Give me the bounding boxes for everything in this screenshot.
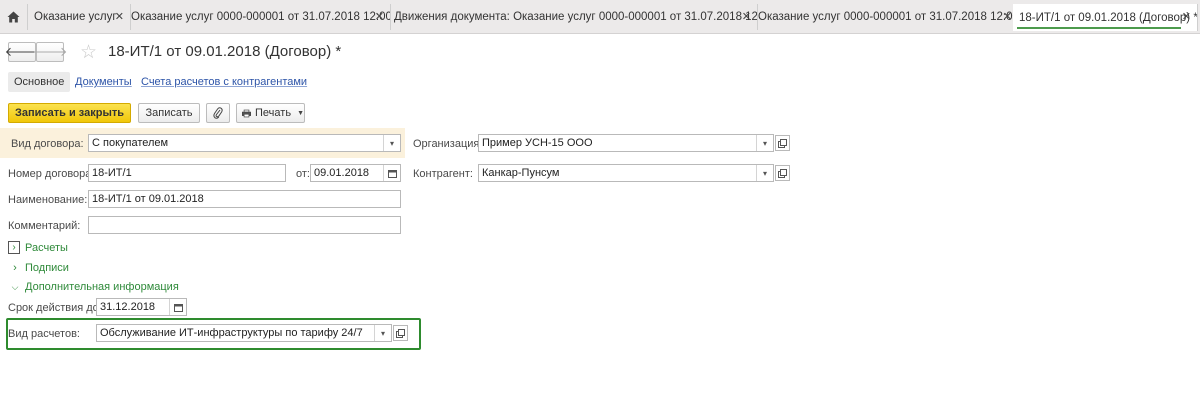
- tab-label: Оказание услуг 0000-000001 от 31.07.2018…: [131, 11, 391, 23]
- counterparty-label: Контрагент:: [413, 168, 473, 180]
- open-counterparty-button[interactable]: [775, 165, 790, 181]
- group-signatures-label: Подписи: [25, 262, 69, 274]
- name-label: Наименование:: [8, 194, 88, 206]
- save-and-close-button[interactable]: Записать и закрыть: [8, 103, 131, 123]
- contract-number-label: Номер договора:: [8, 168, 95, 180]
- dropdown-arrow-icon[interactable]: ▾: [756, 165, 773, 181]
- group-settlements[interactable]: › Расчеты: [8, 241, 68, 254]
- calendar-icon[interactable]: [169, 299, 186, 315]
- save-button[interactable]: Записать: [138, 103, 200, 123]
- subtab-main[interactable]: Основное: [8, 72, 71, 92]
- print-label: Печать: [255, 107, 292, 119]
- close-icon[interactable]: ✕: [1182, 10, 1191, 23]
- open-window-icon: [396, 328, 405, 338]
- home-icon: [7, 11, 20, 23]
- valid-until-input[interactable]: 31.12.2018: [96, 298, 187, 316]
- tab-bar: Оказание услуг ✕ Оказание услуг 0000-000…: [0, 0, 1200, 34]
- chevron-right-icon: ›: [13, 262, 17, 274]
- tab-services[interactable]: Оказание услуг ✕: [28, 4, 131, 30]
- printer-icon: [242, 109, 252, 117]
- open-window-icon: [778, 138, 787, 148]
- subtab-documents[interactable]: Документы: [75, 72, 132, 92]
- dropdown-arrow-icon[interactable]: ▾: [756, 135, 773, 151]
- tab-services-doc-2[interactable]: Оказание услуг 0000-000001 от 31.07.2018…: [752, 4, 1019, 30]
- paperclip-icon: [213, 107, 223, 119]
- date-label: от:: [296, 168, 310, 180]
- tab-contract[interactable]: 18-ИТ/1 от 09.01.2018 (Договор) * ✕: [1013, 4, 1198, 31]
- attach-button[interactable]: [206, 103, 230, 123]
- open-window-icon: [778, 168, 787, 178]
- tab-label: Оказание услуг: [34, 11, 117, 23]
- open-organization-button[interactable]: [775, 135, 790, 151]
- group-additional-label: Дополнительная информация: [25, 281, 179, 293]
- name-input[interactable]: 18-ИТ/1 от 09.01.2018: [88, 190, 401, 208]
- contract-type-select[interactable]: С покупателем ▾: [88, 134, 401, 152]
- group-additional[interactable]: ⌵ Дополнительная информация: [10, 281, 179, 293]
- valid-until-label: Срок действия до:: [8, 302, 102, 314]
- comment-label: Комментарий:: [8, 220, 81, 232]
- comment-input[interactable]: [88, 216, 401, 234]
- close-icon[interactable]: ✕: [115, 10, 124, 23]
- group-signatures[interactable]: › Подписи: [10, 262, 69, 274]
- home-tab[interactable]: [0, 4, 28, 30]
- organization-value: Пример УСН-15 ООО: [482, 137, 593, 149]
- favorite-star-icon[interactable]: ☆: [80, 41, 97, 64]
- counterparty-value: Канкар-Пунсум: [482, 167, 560, 179]
- subtab-accounts[interactable]: Счета расчетов с контрагентами: [141, 72, 307, 92]
- contract-type-value: С покупателем: [92, 137, 169, 149]
- close-icon[interactable]: ✕: [375, 10, 384, 23]
- dropdown-arrow-icon[interactable]: ▾: [374, 325, 391, 341]
- arrow-right-icon: 🡒: [32, 44, 68, 59]
- open-settlement-type-button[interactable]: [393, 325, 408, 341]
- tab-label: Движения документа: Оказание услуг 0000-…: [394, 11, 758, 23]
- chevron-down-icon: ⌵: [11, 281, 19, 292]
- forward-button[interactable]: 🡒: [33, 42, 67, 62]
- organization-select[interactable]: Пример УСН-15 ООО ▾: [478, 134, 774, 152]
- chevron-down-icon: ▼: [297, 109, 304, 117]
- dropdown-arrow-icon[interactable]: ▾: [383, 135, 400, 151]
- settlement-type-select[interactable]: Обслуживание ИТ-инфраструктуры по тарифу…: [96, 324, 392, 342]
- tab-label: Оказание услуг 0000-000001 от 31.07.2018…: [758, 11, 1019, 23]
- active-tab-indicator: [1017, 27, 1181, 29]
- tab-label: 18-ИТ/1 от 09.01.2018 (Договор) *: [1019, 11, 1198, 24]
- tab-services-doc[interactable]: Оказание услуг 0000-000001 от 31.07.2018…: [125, 4, 391, 30]
- settlement-type-value: Обслуживание ИТ-инфраструктуры по тарифу…: [100, 327, 363, 339]
- organization-label: Организация:: [413, 138, 483, 150]
- chevron-right-icon: ›: [8, 241, 20, 254]
- calendar-icon[interactable]: [383, 165, 400, 181]
- settlement-type-label: Вид расчетов:: [8, 328, 80, 340]
- contract-number-input[interactable]: 18-ИТ/1: [88, 164, 286, 182]
- date-input[interactable]: 09.01.2018: [310, 164, 401, 182]
- page-title: 18-ИТ/1 от 09.01.2018 (Договор) *: [108, 43, 342, 60]
- contract-type-label: Вид договора:: [11, 138, 84, 150]
- tab-doc-movements[interactable]: Движения документа: Оказание услуг 0000-…: [388, 4, 758, 30]
- valid-until-value: 31.12.2018: [100, 301, 156, 313]
- close-icon[interactable]: ✕: [742, 10, 751, 23]
- date-value: 09.01.2018: [314, 167, 370, 179]
- counterparty-select[interactable]: Канкар-Пунсум ▾: [478, 164, 774, 182]
- close-icon[interactable]: ✕: [1003, 10, 1012, 23]
- print-button[interactable]: Печать ▼: [236, 103, 305, 123]
- group-settlements-label: Расчеты: [25, 241, 68, 254]
